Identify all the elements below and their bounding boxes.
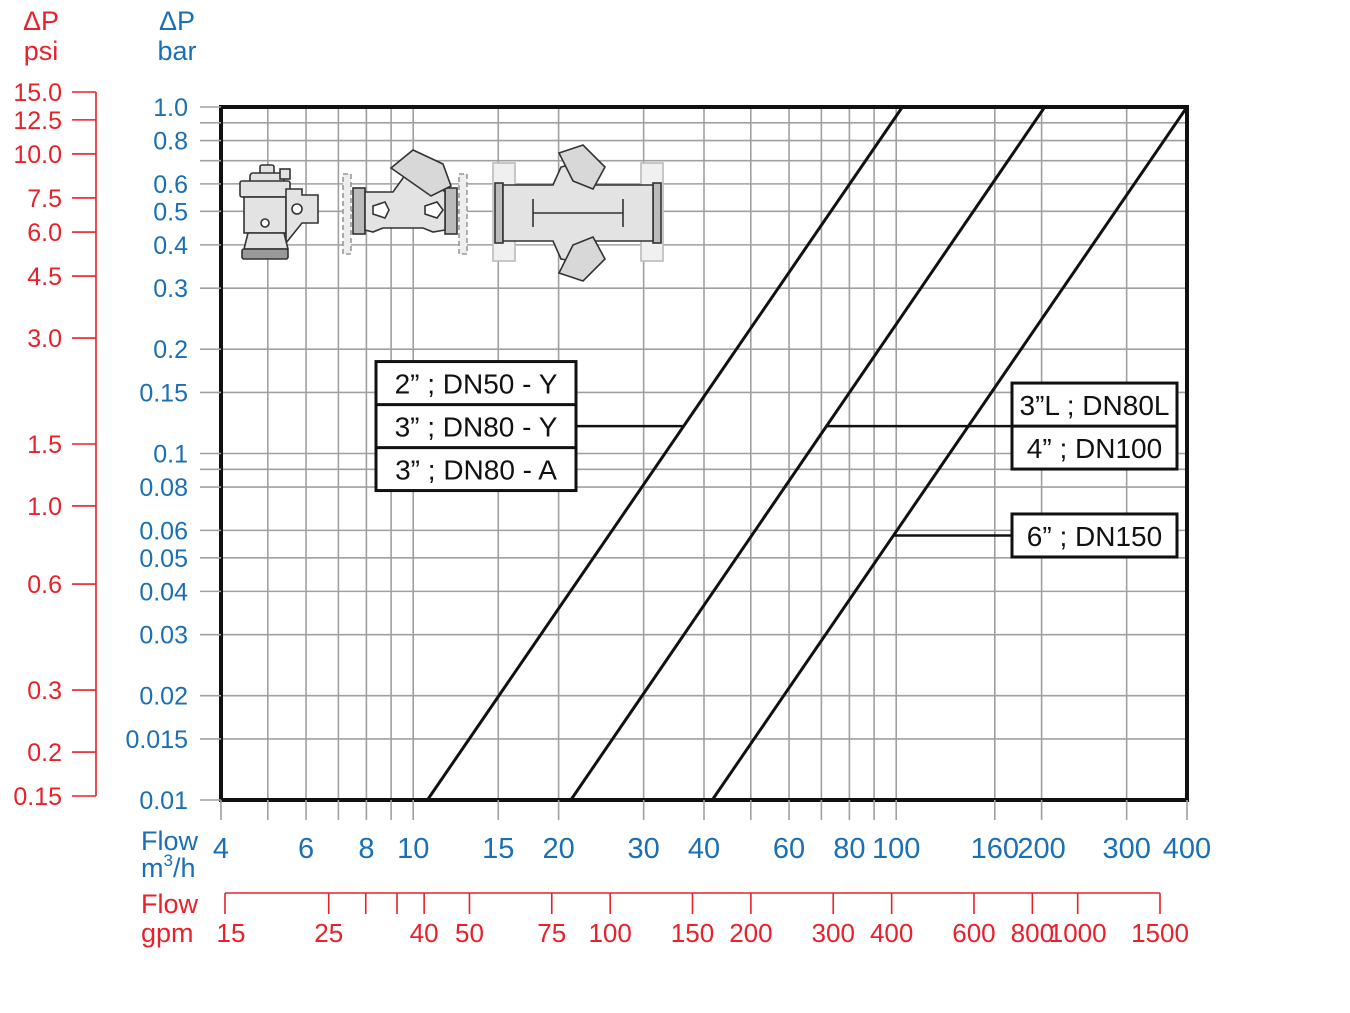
psi-axis-title-line1: ΔP [23,6,59,36]
gpm-axis-label: 600 [952,918,995,948]
m3h-axis-label: 10 [397,833,429,865]
m3h-axis-label: 6 [298,833,314,865]
psi-axis-title-line2: psi [24,36,59,66]
bar-axis-label: 0.1 [153,441,188,469]
y-pattern-valve-icon [342,149,468,255]
psi-axis-label: 0.3 [27,677,62,705]
psi-axis-label: 0.2 [27,739,62,767]
m3h-axis-label: 8 [358,833,374,865]
callout-box: 2” ; DN50 - Y 3” ; DN80 - Y 3” ; DN80 - A [374,360,578,493]
psi-axis-title: ΔP psi [23,6,59,66]
bar-axis-label: 0.4 [153,232,188,260]
psi-axis-label: 15.0 [13,79,62,107]
psi-axis-label: 1.5 [27,431,62,459]
psi-axis-label: 7.5 [27,185,62,213]
bar-axis-label: 0.04 [139,578,188,606]
psi-axis-label: 12.5 [13,107,62,135]
gpm-axis-label: 300 [812,918,855,948]
series-label: 3” ; DN80 - Y [395,412,558,443]
gpm-axis-label: 100 [588,918,631,948]
bar-axis-label: 0.3 [153,275,188,303]
bar-axis-label: 0.03 [139,622,188,650]
m3h-axis-label: 300 [1102,833,1150,865]
bar-axis-label: 0.02 [139,683,188,711]
m3h-axis-title: Flow m3/h [141,826,199,883]
m3h-unit-m: m [141,853,164,883]
m3h-unit-suffix: /h [173,853,196,883]
series-label: 2” ; DN50 - Y [395,369,558,400]
gpm-axis-label: 200 [729,918,772,948]
m3h-axis-label: 15 [482,833,514,865]
bar-axis: 1.0 0.8 0.60.5 0.4 0.3 0.2 0.15 0.1 0.08 0.060.05… [125,94,221,815]
m3h-axis-label: 80 [833,833,865,865]
gpm-axis-label: 800 [1011,918,1054,948]
bar-axis-label: 0.06 [139,517,188,545]
gpm-axis-title-line2: gpm [141,918,194,948]
m3h-axis-label: 400 [1163,833,1211,865]
gpm-axis-label: 400 [870,918,913,948]
psi-axis-label: 10.0 [13,141,62,169]
m3h-axis-label: 20 [542,833,574,865]
m3h-axis: 4 6 8 10 15 20 30 40 60 80 100 160200 300 400 [213,800,1211,865]
valve-illustrations [239,144,664,282]
gpm-axis-label: 75 [537,918,566,948]
bar-axis-label: 0.015 [125,726,188,754]
series-label: 4” ; DN100 [1027,433,1162,464]
m3h-axis-title-line2: m3/h [141,851,196,883]
series-label: 3”L ; DN80L [1020,390,1170,421]
m3h-unit-sup: 3 [164,851,173,870]
m3h-axis-label: 4 [213,833,229,865]
m3h-axis-label: 60 [773,833,805,865]
bar-axis-label: 1.0 [153,94,188,122]
callout-box: 3”L ; DN80L 4” ; DN100 [1010,381,1179,471]
bar-axis-label: 0.08 [139,474,188,502]
m3h-axis-label: 40 [688,833,720,865]
psi-axis-label: 0.6 [27,571,62,599]
m3h-axis-label: 30 [628,833,660,865]
psi-axis: 15.012.5 10.0 7.5 6.0 4.5 3.0 1.5 1.0 0.6 0.3 0.2 0… [13,79,97,811]
psi-axis-label: 6.0 [27,219,62,247]
gpm-axis-label: 25 [314,918,343,948]
bar-axis-label: 0.05 [139,545,188,573]
bar-axis-label: 0.6 [153,171,188,199]
pressure-drop-chart: ΔP psi ΔP bar 2” ; DN50 - Y3” ; DN80 - Y… [13,6,1211,948]
bar-axis-label: 0.15 [139,379,188,407]
m3h-axis-label: 200 [1017,833,1065,865]
m3h-axis-label: 100 [872,833,920,865]
bar-axis-label: 0.2 [153,336,188,364]
bar-axis-title-line2: bar [157,36,196,66]
gpm-axis: 15 25 40 50 75 100 150 200 300 400 600 8001000 1500 [217,892,1189,948]
gpm-axis-title-line1: Flow [141,889,199,919]
bar-axis-label: 0.8 [153,128,188,156]
gpm-axis-label: 50 [455,918,484,948]
gpm-axis-title: Flow gpm [141,889,199,948]
gpm-axis-label: 15 [217,918,246,948]
series-label: 3” ; DN80 - A [395,455,557,486]
bar-axis-label: 0.01 [139,787,188,815]
bar-axis-label: 0.5 [153,198,188,226]
psi-axis-label: 0.15 [13,783,62,811]
psi-axis-label: 1.0 [27,493,62,521]
bar-axis-title-line1: ΔP [159,6,195,36]
callout-box: 6” ; DN150 [1010,512,1179,559]
psi-axis-label: 3.0 [27,325,62,353]
gpm-axis-label: 1500 [1131,918,1189,948]
gpm-axis-label: 1000 [1049,918,1107,948]
angle-pattern-valve-icon [492,144,664,282]
series-label: 6” ; DN150 [1027,521,1162,552]
bar-axis-title: ΔP bar [157,6,196,66]
psi-axis-label: 4.5 [27,263,62,291]
gpm-axis-label: 150 [671,918,714,948]
callouts: 2” ; DN50 - Y 3” ; DN80 - Y 3” ; DN80 - A 3… [374,360,1179,559]
m3h-axis-label: 160 [971,833,1019,865]
gpm-axis-label: 40 [410,918,439,948]
